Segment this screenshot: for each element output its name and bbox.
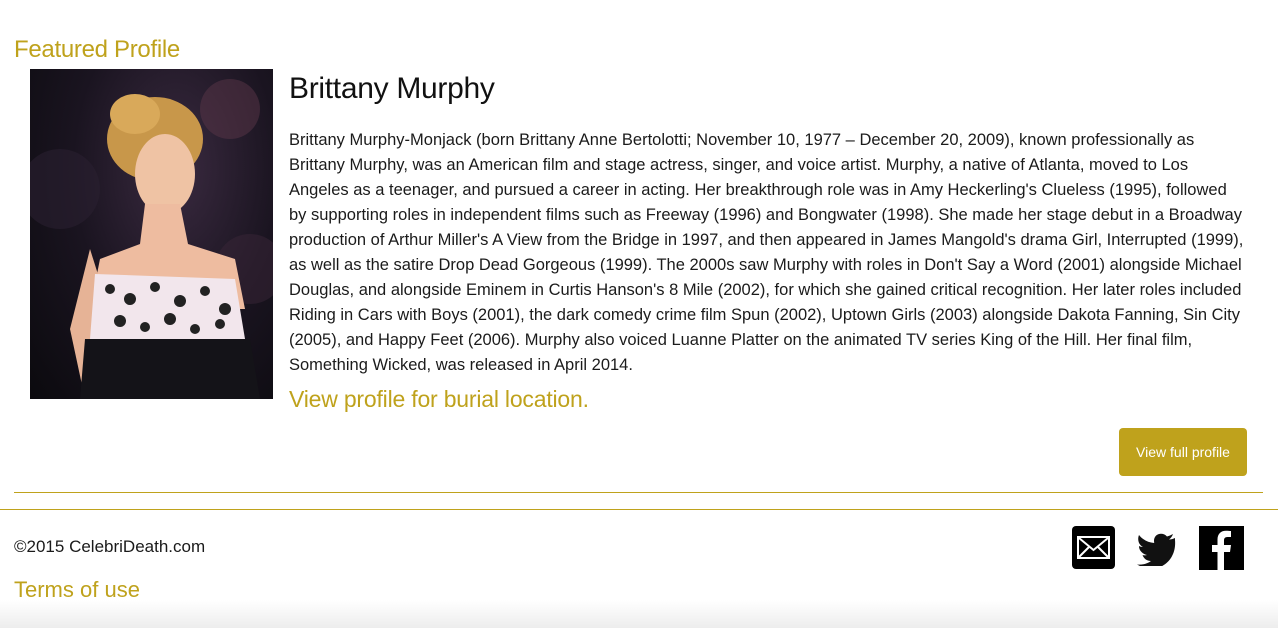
view-full-profile-button[interactable]: View full profile	[1119, 428, 1247, 476]
facebook-icon[interactable]	[1199, 526, 1244, 570]
profile-bio: Brittany Murphy-Monjack (born Brittany A…	[289, 131, 1244, 374]
mail-icon[interactable]	[1072, 526, 1115, 569]
burial-location-link[interactable]: View profile for burial location.	[289, 386, 589, 413]
footer-divider	[0, 509, 1278, 510]
section-divider	[14, 492, 1263, 493]
copyright-text: ©2015 CelebriDeath.com	[14, 537, 206, 556]
profile-photo[interactable]	[30, 69, 273, 399]
twitter-icon[interactable]	[1137, 532, 1177, 569]
bottom-shadow	[0, 600, 1278, 628]
profile-name: Brittany Murphy	[289, 72, 495, 105]
section-title: Featured Profile	[14, 35, 180, 63]
